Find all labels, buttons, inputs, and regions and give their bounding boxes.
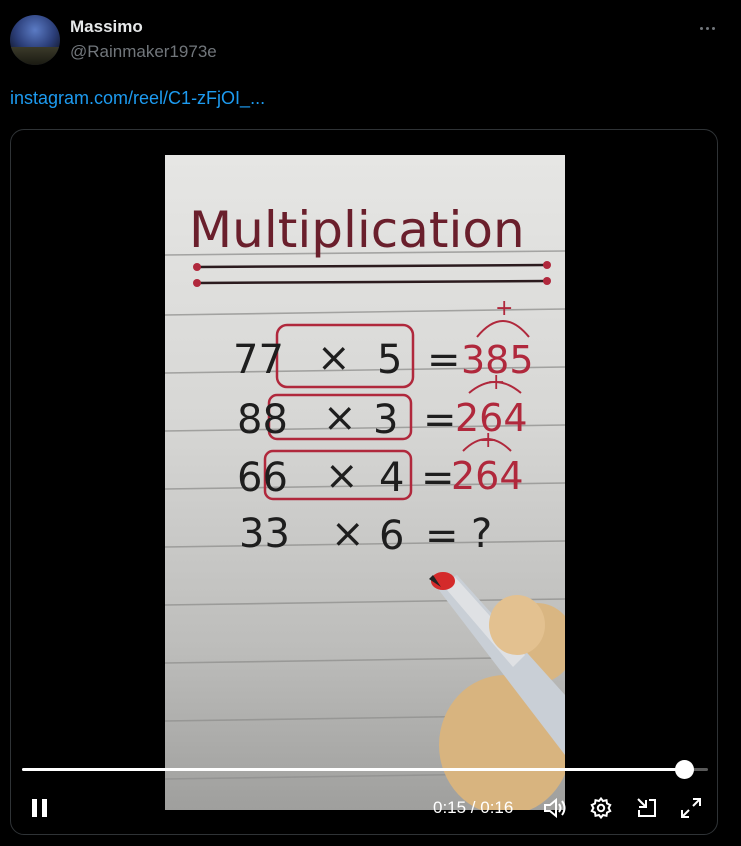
volume-button[interactable]: [539, 792, 571, 824]
line-3-right: 4: [379, 455, 404, 501]
video-frame[interactable]: Multiplication 77 × 5 = 88 × 3 = 66 × 4: [165, 155, 565, 810]
fullscreen-button[interactable]: [675, 792, 707, 824]
line-1-eq: =: [427, 337, 461, 383]
video-player[interactable]: Multiplication 77 × 5 = 88 × 3 = 66 × 4: [10, 129, 718, 835]
line-1-left: 77: [233, 337, 284, 383]
settings-button[interactable]: [585, 792, 617, 824]
volume-icon: [544, 797, 566, 819]
line-2-op: ×: [323, 395, 357, 441]
video-title: Multiplication: [189, 201, 525, 259]
video-image: Multiplication 77 × 5 = 88 × 3 = 66 × 4: [165, 201, 565, 810]
line-4-op: ×: [331, 511, 365, 557]
line-3-eq: =: [421, 455, 455, 501]
line-2-eq: =: [423, 397, 457, 443]
gear-icon: [590, 796, 612, 820]
pause-button[interactable]: [25, 792, 55, 824]
line-3-left: 66: [237, 455, 288, 501]
pip-icon: [637, 798, 656, 817]
line-4-left: 33: [239, 511, 290, 557]
instagram-link[interactable]: instagram.com/reel/C1-zFjOI_...: [10, 88, 265, 109]
more-icon: [699, 26, 703, 30]
line-2-right: 3: [373, 397, 398, 443]
more-button[interactable]: [690, 16, 724, 40]
plus-mark-3: +: [479, 428, 497, 453]
plus-mark-2: +: [487, 370, 505, 395]
progress-thumb[interactable]: [674, 760, 694, 779]
line-4-result: ?: [471, 511, 492, 557]
display-name[interactable]: Massimo: [70, 17, 143, 37]
fullscreen-icon: [681, 798, 701, 818]
pip-button[interactable]: [631, 792, 663, 824]
user-handle[interactable]: @Rainmaker1973e: [70, 42, 217, 62]
time-display: 0:15 / 0:16: [433, 798, 514, 817]
pause-icon: [32, 799, 47, 817]
pen-and-hand: [429, 572, 565, 810]
line-1-right: 5: [377, 337, 402, 383]
line-2-left: 88: [237, 397, 288, 443]
line-1-op: ×: [317, 335, 351, 381]
line-4-right: 6: [379, 513, 404, 559]
line-3-op: ×: [325, 453, 359, 499]
progress-bar[interactable]: [22, 760, 708, 779]
avatar[interactable]: [10, 15, 60, 65]
progress-fill: [22, 768, 684, 771]
plus-mark-1: +: [495, 296, 513, 321]
line-4-eq: =: [425, 513, 459, 559]
line-3-result: 264: [451, 454, 524, 498]
